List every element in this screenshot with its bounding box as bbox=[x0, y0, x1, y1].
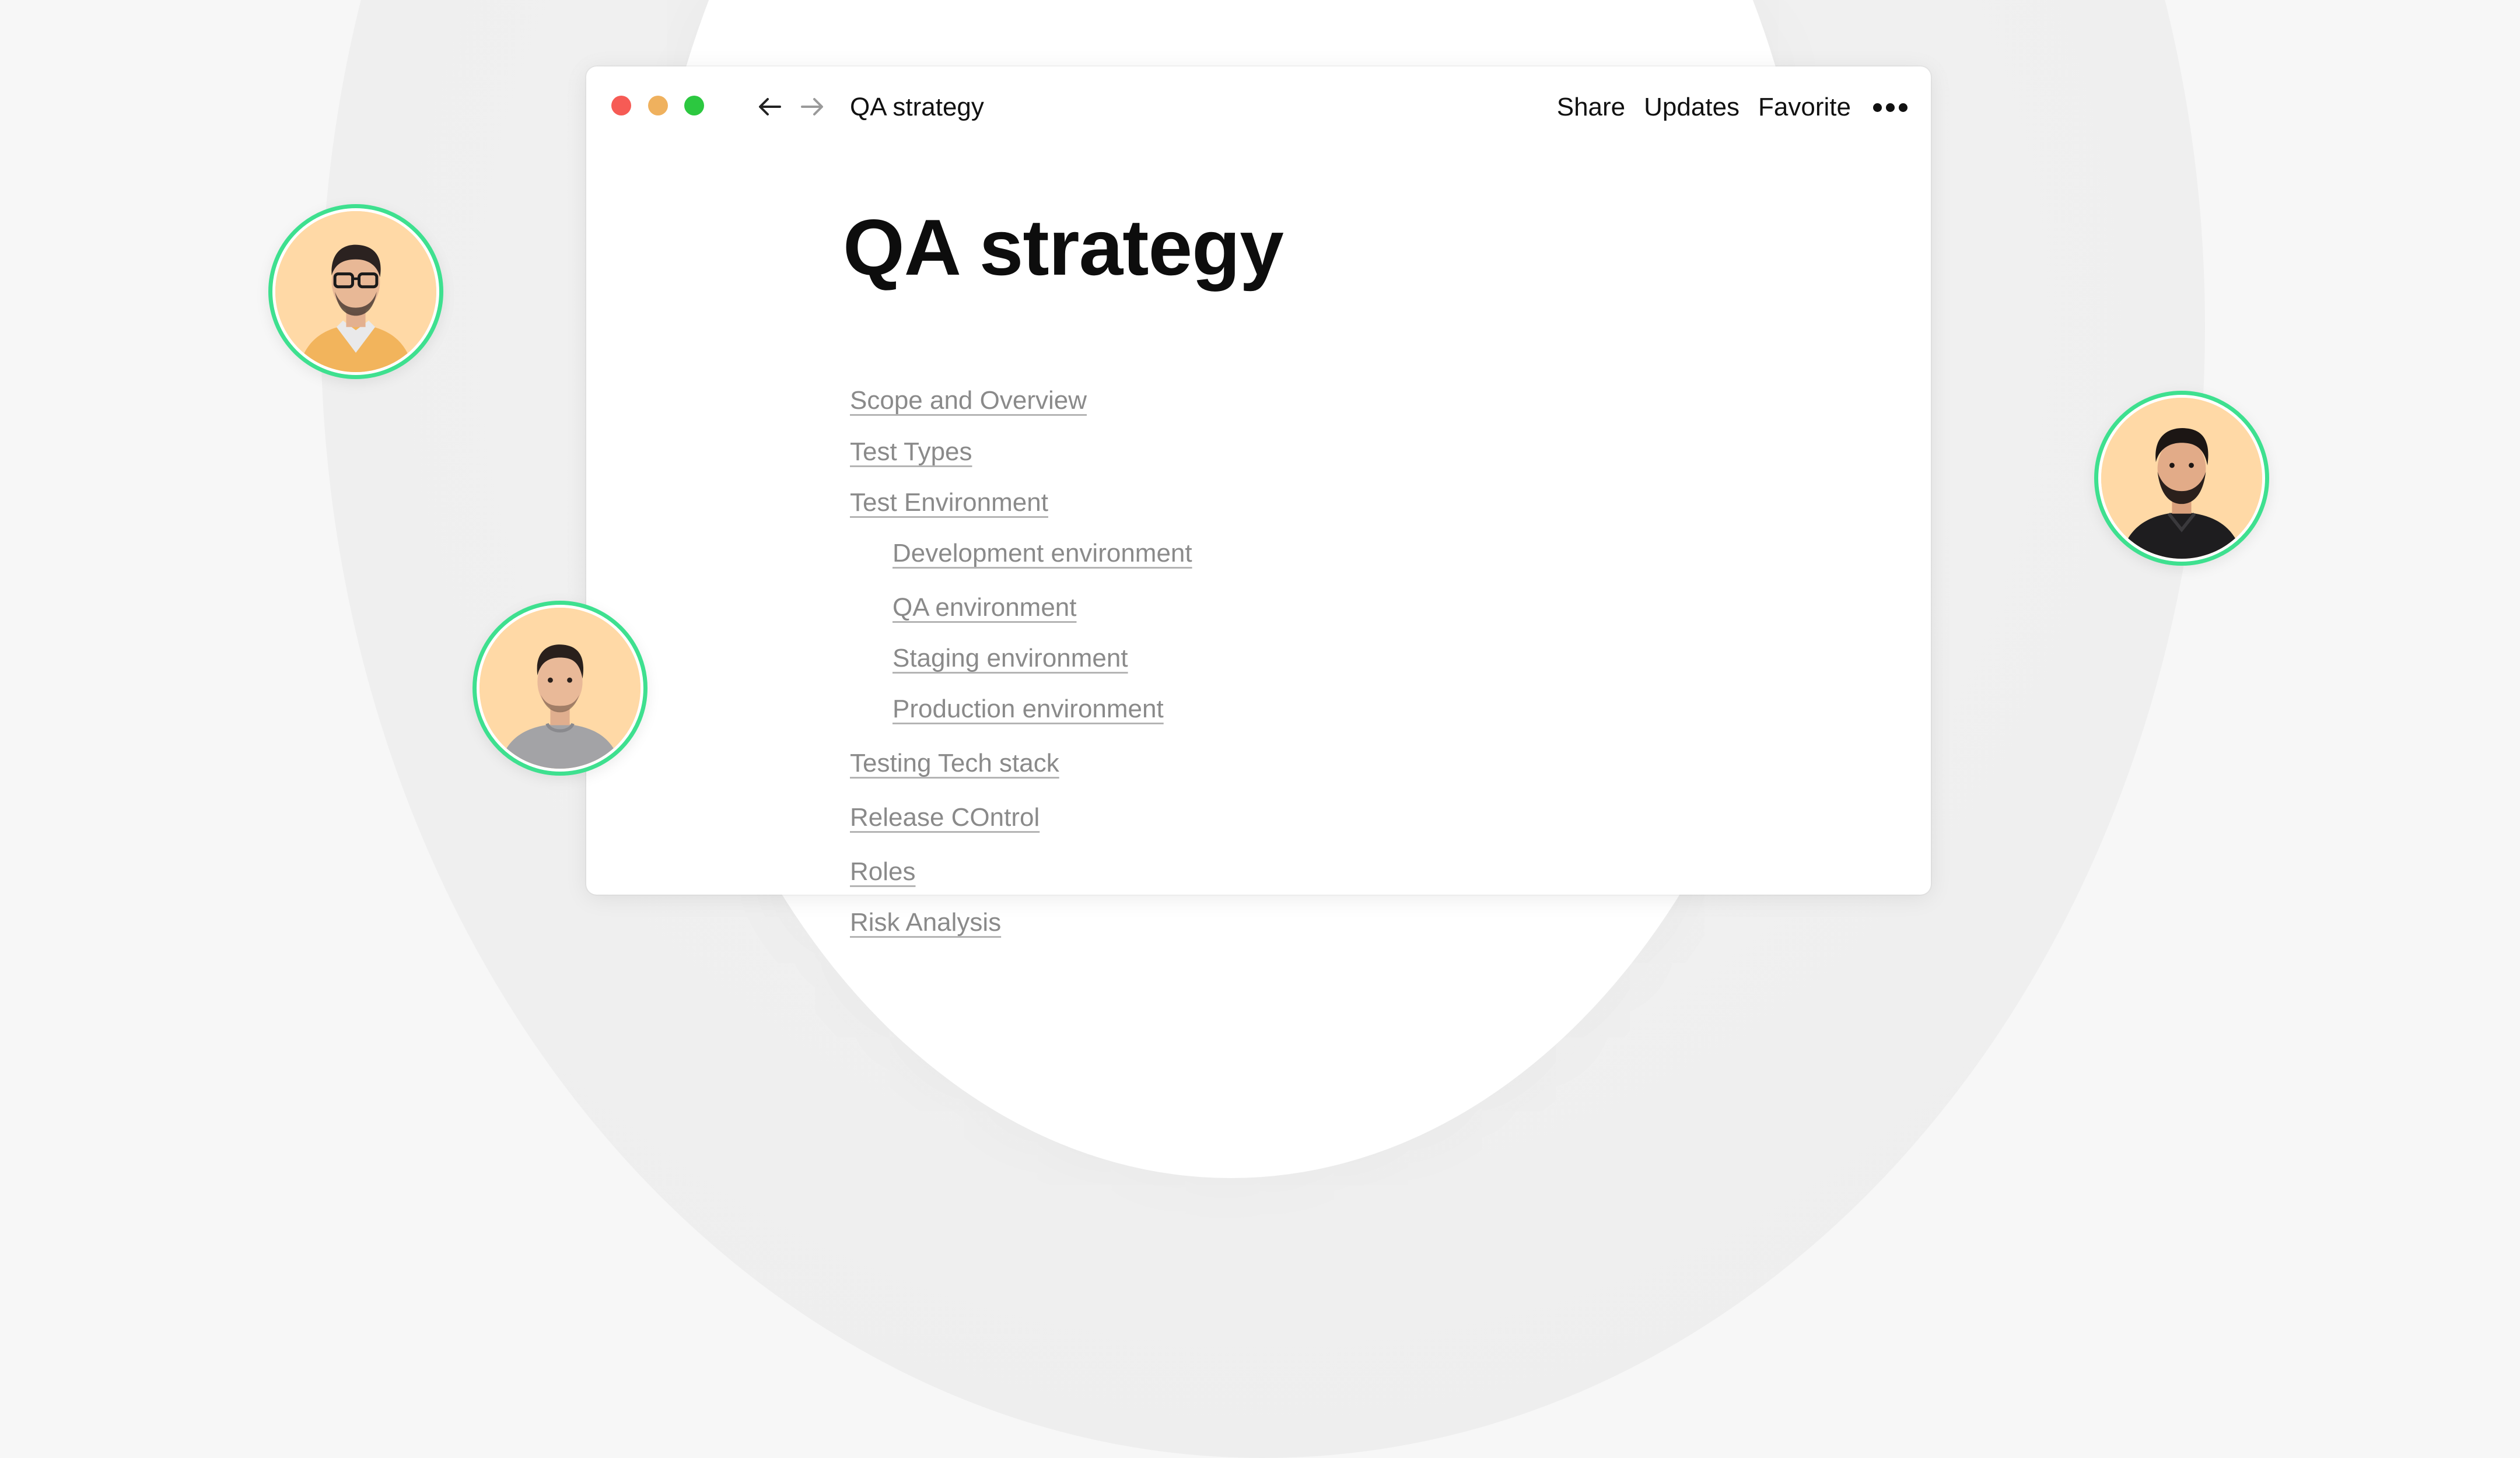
toc-link-scope[interactable]: Scope and Overview bbox=[850, 385, 1087, 416]
more-options-icon[interactable] bbox=[1873, 103, 1908, 112]
toc-link-test-environment[interactable]: Test Environment bbox=[850, 488, 1048, 518]
toc-link-production-environment[interactable]: Production environment bbox=[892, 694, 1164, 724]
toc-link-testing-tech-stack[interactable]: Testing Tech stack bbox=[850, 748, 1059, 779]
forward-arrow-icon[interactable] bbox=[797, 92, 827, 121]
toc-link-development-environment[interactable]: Development environment bbox=[892, 538, 1192, 569]
window-actions: Share Updates Favorite bbox=[1538, 92, 1908, 122]
toc-link-risk-analysis[interactable]: Risk Analysis bbox=[850, 907, 1001, 938]
title-bar: QA strategy Share Updates Favorite bbox=[586, 66, 1931, 145]
toc-link-release-control[interactable]: Release COntrol bbox=[850, 802, 1040, 833]
app-window: QA strategy Share Updates Favorite QA st… bbox=[586, 66, 1931, 937]
toc-link-staging-environment[interactable]: Staging environment bbox=[892, 643, 1128, 674]
toc-link-test-types[interactable]: Test Types bbox=[850, 437, 972, 467]
collaborator-avatar-bearded-man[interactable] bbox=[2094, 391, 2269, 566]
collaborator-avatar-young-man[interactable] bbox=[473, 601, 648, 776]
favorite-button[interactable]: Favorite bbox=[1758, 92, 1851, 122]
page-title: QA strategy bbox=[843, 203, 1284, 292]
back-arrow-icon[interactable] bbox=[755, 92, 785, 121]
toc-link-roles[interactable]: Roles bbox=[850, 857, 916, 887]
maximize-window-button[interactable] bbox=[684, 96, 704, 115]
person-icon bbox=[480, 608, 640, 769]
updates-button[interactable]: Updates bbox=[1644, 92, 1740, 122]
minimize-window-button[interactable] bbox=[648, 96, 668, 115]
window-title: QA strategy bbox=[850, 93, 984, 121]
bearded-person-icon bbox=[2101, 398, 2262, 559]
close-window-button[interactable] bbox=[611, 96, 631, 115]
person-with-glasses-icon bbox=[275, 211, 436, 372]
share-button[interactable]: Share bbox=[1557, 92, 1625, 122]
toc-link-qa-environment[interactable]: QA environment bbox=[892, 593, 1077, 623]
collaborator-avatar-glasses[interactable] bbox=[268, 204, 443, 379]
